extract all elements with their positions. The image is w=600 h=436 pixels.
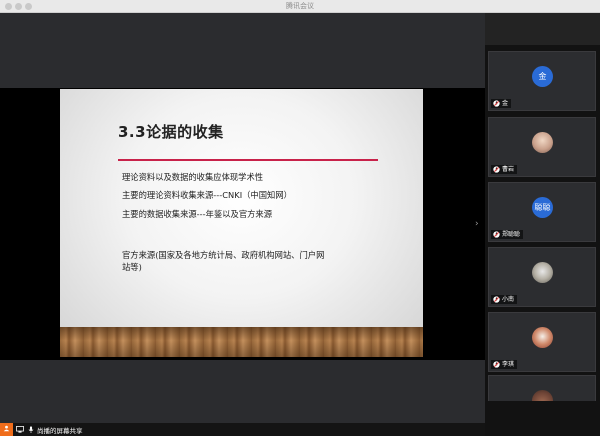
screen-share-button[interactable] (0, 423, 13, 436)
window-titlebar: 腾讯会议 (0, 0, 600, 13)
participant-name-bar: 郑聪聪 (491, 230, 524, 239)
slide-bullet: 理论资料以及数据的收集应体现学术性 (122, 172, 264, 182)
mic-muted-icon (493, 361, 500, 368)
participant-tile[interactable]: 金 金 (488, 51, 596, 111)
slide-bullet: 主要的数据收集来源---年鉴以及官方来源 (122, 209, 273, 219)
avatar (532, 132, 553, 153)
mic-muted-icon (493, 166, 500, 173)
avatar (532, 390, 553, 401)
slide-bullet: 官方来源(国家及各地方统计局、政府机构网站、门户网站等) (122, 250, 325, 272)
chevron-right-icon[interactable]: › (475, 219, 479, 229)
slide-title: 3.3论据的收集 (118, 123, 224, 141)
screen-share-icon (3, 425, 10, 432)
avatar: 聪聪 (532, 197, 553, 218)
participant-tile[interactable]: 李琪 (488, 312, 596, 372)
participant-name-bar: 小南 (491, 295, 518, 304)
avatar (532, 262, 553, 283)
avatar: 金 (532, 66, 553, 87)
mic-muted-icon (493, 231, 500, 238)
participant-tile[interactable]: 聪聪 郑聪聪 (488, 182, 596, 242)
participant-tile[interactable]: 曹岩 (488, 117, 596, 177)
presentation-slide: 3.3论据的收集 理论资料以及数据的收集应体现学术性 主要的理论资料收集来源--… (60, 89, 423, 357)
participant-name: 金 (502, 100, 509, 107)
participant-tile[interactable]: 小南 (488, 247, 596, 307)
participant-tile[interactable] (488, 375, 596, 401)
mic-muted-icon (493, 100, 500, 107)
participant-panel-header (485, 13, 600, 45)
participant-name-bar: 金 (491, 99, 512, 108)
participant-name-bar: 曹岩 (491, 165, 518, 174)
avatar (532, 327, 553, 348)
participant-name: 李琪 (502, 361, 515, 368)
screen-share-label: 尚播的屏幕共享 (37, 427, 83, 435)
monitor-icon[interactable] (16, 426, 24, 433)
window-title: 腾讯会议 (286, 2, 314, 10)
participant-name: 曹岩 (502, 166, 515, 173)
participant-name: 小南 (502, 296, 515, 303)
slide-title-rule (118, 159, 378, 161)
floor-shading (60, 327, 423, 357)
slide-bullet: 主要的理论资料收集来源---CNKI（中国知网） (122, 190, 292, 200)
participant-name: 郑聪聪 (502, 231, 521, 238)
participant-name-bar: 李琪 (491, 360, 518, 369)
mic-muted-icon (493, 296, 500, 303)
microphone-icon[interactable] (27, 426, 35, 433)
